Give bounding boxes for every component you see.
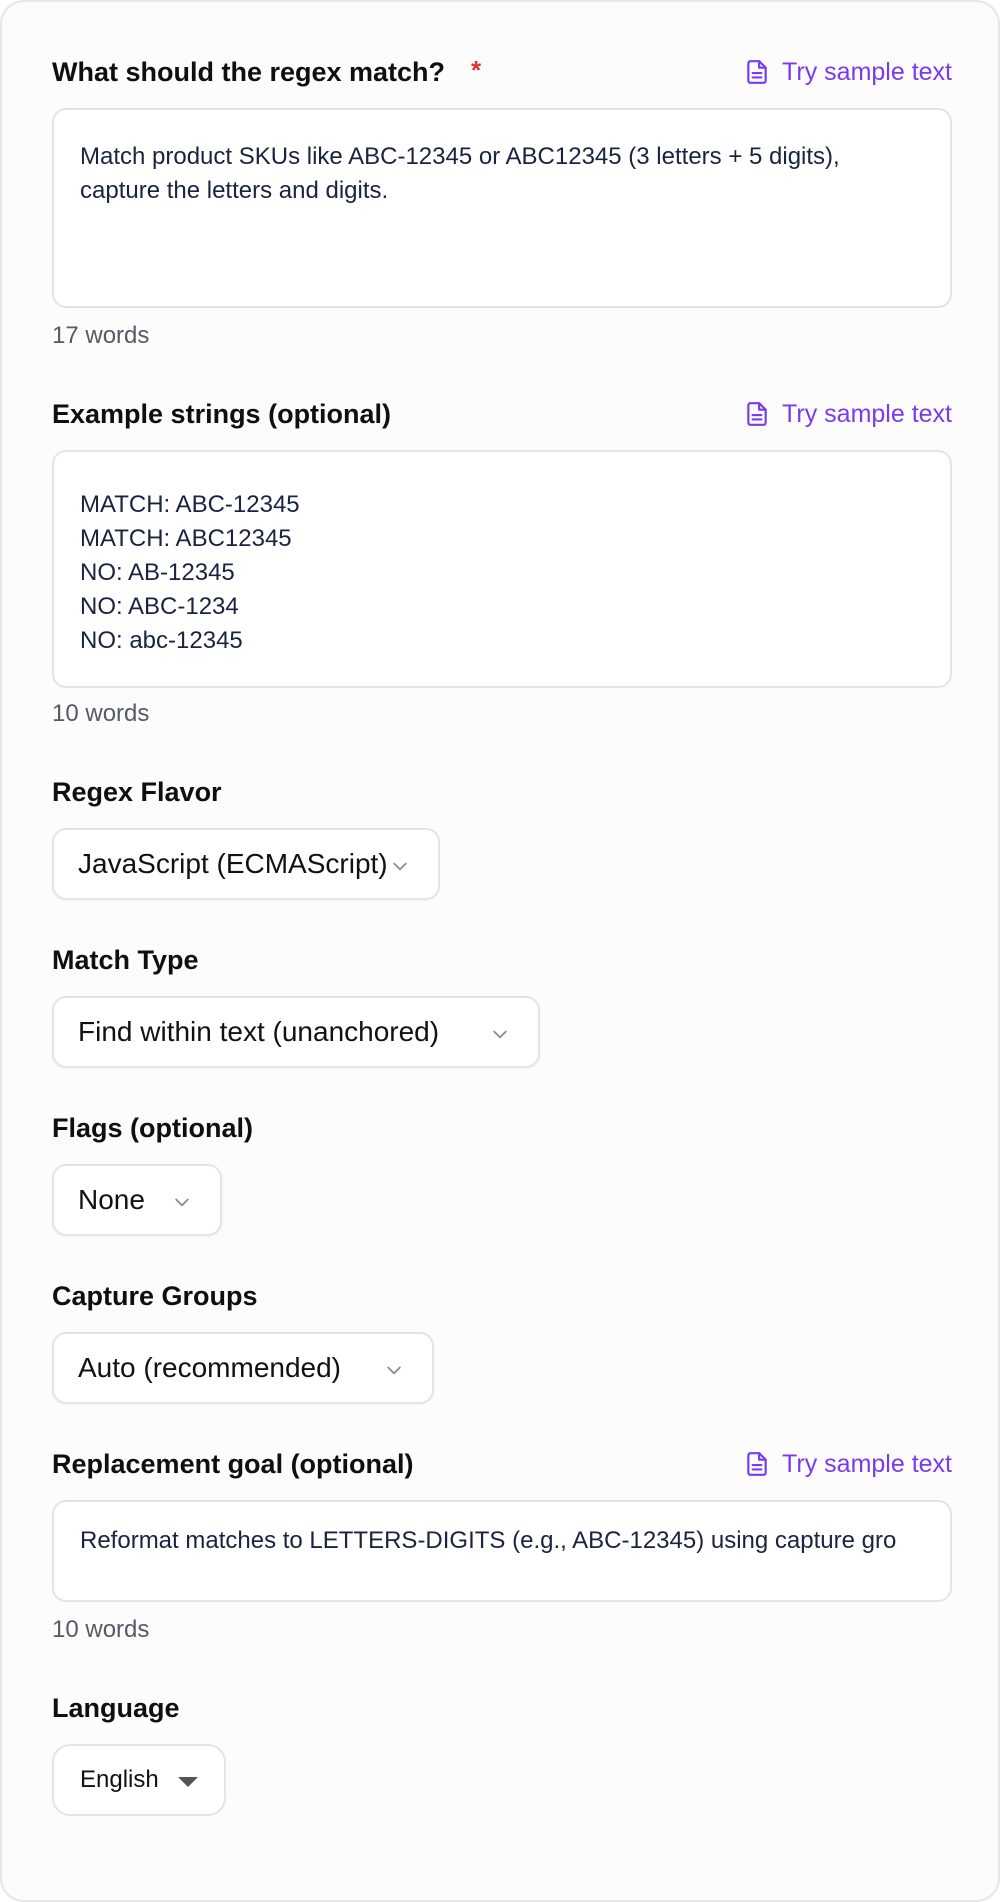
match-type-label-row: Match Type xyxy=(52,940,952,980)
try-sample-text-label: Try sample text xyxy=(782,1449,952,1478)
replacement-label-row: Replacement goal (optional) Try sample t… xyxy=(52,1444,952,1484)
flags-select[interactable]: None xyxy=(52,1164,222,1236)
match-type-label: Match Type xyxy=(52,944,199,975)
match-type-field: Match Type Find within text (unanchored) xyxy=(52,940,952,1068)
try-sample-text-button[interactable]: Try sample text xyxy=(744,400,952,429)
file-text-icon xyxy=(747,1452,767,1476)
regex-flavor-select[interactable]: JavaScript (ECMAScript) xyxy=(52,828,440,900)
replacement-input[interactable]: Reformat matches to LETTERS-DIGITS (e.g.… xyxy=(52,1500,952,1602)
try-sample-text-label: Try sample text xyxy=(782,57,952,86)
flags-label-row: Flags (optional) xyxy=(52,1108,952,1148)
capture-groups-label: Capture Groups xyxy=(52,1280,258,1311)
match-type-select[interactable]: Find within text (unanchored) xyxy=(52,996,540,1068)
examples-label: Example strings (optional) xyxy=(52,398,392,429)
file-text-icon xyxy=(747,402,767,426)
flags-value: None xyxy=(78,1184,145,1215)
chevron-down-icon xyxy=(493,1030,507,1039)
regex-match-label: What should the regex match? * xyxy=(52,54,482,88)
try-sample-text-label: Try sample text xyxy=(782,399,952,428)
examples-word-count: 10 words xyxy=(52,700,150,727)
capture-groups-select[interactable]: Auto (recommended) xyxy=(52,1332,434,1404)
match-type-value: Find within text (unanchored) xyxy=(78,1016,440,1047)
examples-label-row: Example strings (optional) Try sample te… xyxy=(52,394,952,434)
capture-groups-field: Capture Groups Auto (recommended) xyxy=(52,1276,952,1404)
regex-match-field: What should the regex match? * Try sampl… xyxy=(52,52,952,349)
file-text-icon xyxy=(747,60,767,84)
required-mark: * xyxy=(471,54,482,85)
try-sample-text-button[interactable]: Try sample text xyxy=(744,58,952,87)
regex-match-word-count: 17 words xyxy=(52,322,150,349)
regex-flavor-field: Regex Flavor JavaScript (ECMAScript) xyxy=(52,772,952,900)
regex-flavor-label-row: Regex Flavor xyxy=(52,772,952,812)
replacement-field: Replacement goal (optional) Try sample t… xyxy=(52,1444,952,1643)
chevron-down-icon xyxy=(393,862,407,871)
chevron-down-icon xyxy=(387,1366,401,1375)
caret-down-icon xyxy=(178,1777,198,1787)
regex-form-card: What should the regex match? * Try sampl… xyxy=(0,0,1000,1902)
regex-flavor-value: JavaScript (ECMAScript) xyxy=(78,848,388,879)
language-select[interactable]: English xyxy=(52,1744,226,1816)
language-label: Language xyxy=(52,1692,180,1723)
chevron-down-icon xyxy=(175,1198,189,1207)
language-field: Language English xyxy=(52,1688,952,1816)
replacement-label: Replacement goal (optional) xyxy=(52,1448,414,1479)
capture-groups-value: Auto (recommended) xyxy=(78,1352,342,1383)
regex-match-label-text: What should the regex match? xyxy=(52,56,446,87)
regex-match-label-row: What should the regex match? * Try sampl… xyxy=(52,52,952,92)
regex-match-textarea[interactable]: Match product SKUs like ABC-12345 or ABC… xyxy=(52,108,952,308)
flags-field: Flags (optional) None xyxy=(52,1108,952,1236)
regex-flavor-label: Regex Flavor xyxy=(52,776,222,807)
flags-label: Flags (optional) xyxy=(52,1112,253,1143)
language-label-row: Language xyxy=(52,1688,952,1728)
examples-field: Example strings (optional) Try sample te… xyxy=(52,394,952,727)
capture-groups-label-row: Capture Groups xyxy=(52,1276,952,1316)
replacement-word-count: 10 words xyxy=(52,1616,150,1643)
language-value: English xyxy=(80,1766,159,1793)
examples-textarea[interactable]: MATCH: ABC-12345 MATCH: ABC12345 NO: AB-… xyxy=(52,450,952,688)
try-sample-text-button[interactable]: Try sample text xyxy=(744,1450,952,1479)
